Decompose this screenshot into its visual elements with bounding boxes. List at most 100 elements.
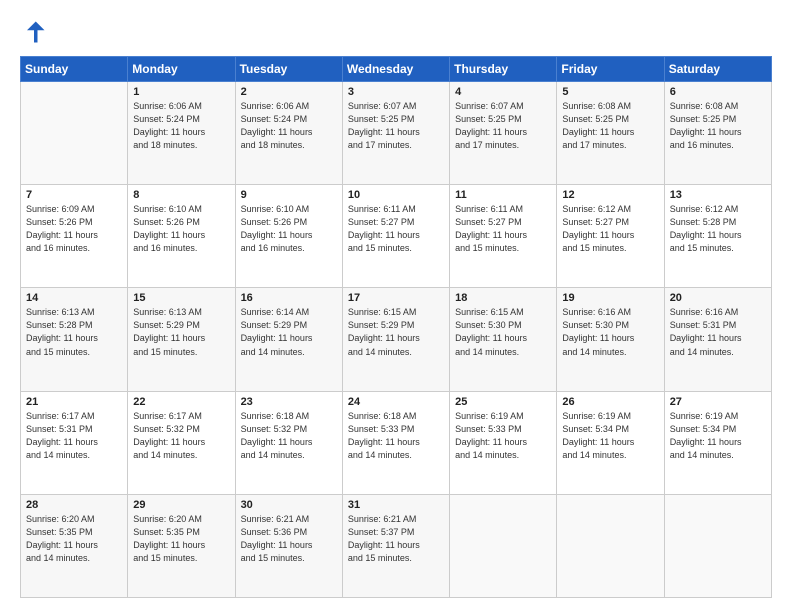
day-info: Sunrise: 6:09 AMSunset: 5:26 PMDaylight:… <box>26 203 122 255</box>
day-number: 29 <box>133 499 229 511</box>
calendar-cell: 13 Sunrise: 6:12 AMSunset: 5:28 PMDayligh… <box>664 185 771 288</box>
day-info: Sunrise: 6:07 AMSunset: 5:25 PMDaylight:… <box>348 100 444 152</box>
day-number: 3 <box>348 86 444 98</box>
day-number: 1 <box>133 86 229 98</box>
calendar-cell: 24 Sunrise: 6:18 AMSunset: 5:33 PMDayligh… <box>342 391 449 494</box>
day-info: Sunrise: 6:18 AMSunset: 5:33 PMDaylight:… <box>348 410 444 462</box>
day-info: Sunrise: 6:07 AMSunset: 5:25 PMDaylight:… <box>455 100 551 152</box>
page: SundayMondayTuesdayWednesdayThursdayFrid… <box>0 0 792 612</box>
day-number: 18 <box>455 292 551 304</box>
day-info: Sunrise: 6:21 AMSunset: 5:37 PMDaylight:… <box>348 513 444 565</box>
calendar-cell: 3 Sunrise: 6:07 AMSunset: 5:25 PMDaylight… <box>342 82 449 185</box>
day-info: Sunrise: 6:20 AMSunset: 5:35 PMDaylight:… <box>26 513 122 565</box>
calendar-cell: 4 Sunrise: 6:07 AMSunset: 5:25 PMDaylight… <box>450 82 557 185</box>
day-number: 2 <box>241 86 337 98</box>
day-info: Sunrise: 6:17 AMSunset: 5:32 PMDaylight:… <box>133 410 229 462</box>
calendar-cell: 29 Sunrise: 6:20 AMSunset: 5:35 PMDayligh… <box>128 494 235 597</box>
day-info: Sunrise: 6:12 AMSunset: 5:27 PMDaylight:… <box>562 203 658 255</box>
logo-icon <box>20 18 48 46</box>
calendar-cell: 8 Sunrise: 6:10 AMSunset: 5:26 PMDaylight… <box>128 185 235 288</box>
calendar-cell <box>557 494 664 597</box>
day-info: Sunrise: 6:08 AMSunset: 5:25 PMDaylight:… <box>670 100 766 152</box>
day-info: Sunrise: 6:19 AMSunset: 5:34 PMDaylight:… <box>562 410 658 462</box>
day-info: Sunrise: 6:18 AMSunset: 5:32 PMDaylight:… <box>241 410 337 462</box>
calendar-cell: 14 Sunrise: 6:13 AMSunset: 5:28 PMDayligh… <box>21 288 128 391</box>
day-info: Sunrise: 6:19 AMSunset: 5:33 PMDaylight:… <box>455 410 551 462</box>
day-number: 16 <box>241 292 337 304</box>
calendar-cell: 1 Sunrise: 6:06 AMSunset: 5:24 PMDaylight… <box>128 82 235 185</box>
calendar-cell <box>664 494 771 597</box>
day-info: Sunrise: 6:19 AMSunset: 5:34 PMDaylight:… <box>670 410 766 462</box>
day-number: 13 <box>670 189 766 201</box>
day-info: Sunrise: 6:12 AMSunset: 5:28 PMDaylight:… <box>670 203 766 255</box>
day-number: 19 <box>562 292 658 304</box>
day-info: Sunrise: 6:13 AMSunset: 5:28 PMDaylight:… <box>26 306 122 358</box>
calendar-cell: 25Sunrise: 6:19 AMSunset: 5:33 PMDayligh… <box>450 391 557 494</box>
day-info: Sunrise: 6:21 AMSunset: 5:36 PMDaylight:… <box>241 513 337 565</box>
day-number: 20 <box>670 292 766 304</box>
calendar-cell: 27 Sunrise: 6:19 AMSunset: 5:34 PMDayligh… <box>664 391 771 494</box>
day-number: 27 <box>670 396 766 408</box>
calendar-header-tuesday: Tuesday <box>235 57 342 82</box>
calendar-header-sunday: Sunday <box>21 57 128 82</box>
calendar-cell: 20 Sunrise: 6:16 AMSunset: 5:31 PMDayligh… <box>664 288 771 391</box>
day-info: Sunrise: 6:13 AMSunset: 5:29 PMDaylight:… <box>133 306 229 358</box>
calendar-cell <box>21 82 128 185</box>
day-info: Sunrise: 6:06 AMSunset: 5:24 PMDaylight:… <box>133 100 229 152</box>
calendar-cell: 28Sunrise: 6:20 AMSunset: 5:35 PMDayligh… <box>21 494 128 597</box>
calendar-header-wednesday: Wednesday <box>342 57 449 82</box>
calendar-cell: 22 Sunrise: 6:17 AMSunset: 5:32 PMDayligh… <box>128 391 235 494</box>
calendar-cell: 16 Sunrise: 6:14 AMSunset: 5:29 PMDayligh… <box>235 288 342 391</box>
day-info: Sunrise: 6:16 AMSunset: 5:31 PMDaylight:… <box>670 306 766 358</box>
day-number: 23 <box>241 396 337 408</box>
calendar-week-row: 28Sunrise: 6:20 AMSunset: 5:35 PMDayligh… <box>21 494 772 597</box>
calendar-header-thursday: Thursday <box>450 57 557 82</box>
calendar-cell: 30 Sunrise: 6:21 AMSunset: 5:36 PMDayligh… <box>235 494 342 597</box>
day-info: Sunrise: 6:14 AMSunset: 5:29 PMDaylight:… <box>241 306 337 358</box>
day-number: 14 <box>26 292 122 304</box>
day-info: Sunrise: 6:15 AMSunset: 5:29 PMDaylight:… <box>348 306 444 358</box>
day-info: Sunrise: 6:10 AMSunset: 5:26 PMDaylight:… <box>133 203 229 255</box>
calendar-cell: 2 Sunrise: 6:06 AMSunset: 5:24 PMDaylight… <box>235 82 342 185</box>
calendar-cell: 31 Sunrise: 6:21 AMSunset: 5:37 PMDayligh… <box>342 494 449 597</box>
calendar-cell: 21Sunrise: 6:17 AMSunset: 5:31 PMDayligh… <box>21 391 128 494</box>
day-number: 31 <box>348 499 444 511</box>
calendar-cell: 10Sunrise: 6:11 AMSunset: 5:27 PMDayligh… <box>342 185 449 288</box>
calendar-cell: 11Sunrise: 6:11 AMSunset: 5:27 PMDayligh… <box>450 185 557 288</box>
day-info: Sunrise: 6:20 AMSunset: 5:35 PMDaylight:… <box>133 513 229 565</box>
calendar-week-row: 1 Sunrise: 6:06 AMSunset: 5:24 PMDaylight… <box>21 82 772 185</box>
day-number: 24 <box>348 396 444 408</box>
day-info: Sunrise: 6:10 AMSunset: 5:26 PMDaylight:… <box>241 203 337 255</box>
day-number: 12 <box>562 189 658 201</box>
day-number: 30 <box>241 499 337 511</box>
calendar-cell: 18 Sunrise: 6:15 AMSunset: 5:30 PMDayligh… <box>450 288 557 391</box>
day-info: Sunrise: 6:11 AMSunset: 5:27 PMDaylight:… <box>348 203 444 255</box>
day-number: 22 <box>133 396 229 408</box>
calendar-cell: 15Sunrise: 6:13 AMSunset: 5:29 PMDayligh… <box>128 288 235 391</box>
day-number: 8 <box>133 189 229 201</box>
calendar-cell: 23 Sunrise: 6:18 AMSunset: 5:32 PMDayligh… <box>235 391 342 494</box>
day-number: 7 <box>26 189 122 201</box>
calendar-week-row: 7 Sunrise: 6:09 AMSunset: 5:26 PMDaylight… <box>21 185 772 288</box>
day-number: 9 <box>241 189 337 201</box>
calendar-cell: 26 Sunrise: 6:19 AMSunset: 5:34 PMDayligh… <box>557 391 664 494</box>
day-info: Sunrise: 6:16 AMSunset: 5:30 PMDaylight:… <box>562 306 658 358</box>
day-info: Sunrise: 6:15 AMSunset: 5:30 PMDaylight:… <box>455 306 551 358</box>
header <box>20 18 772 46</box>
calendar-cell: 17Sunrise: 6:15 AMSunset: 5:29 PMDayligh… <box>342 288 449 391</box>
calendar-week-row: 21Sunrise: 6:17 AMSunset: 5:31 PMDayligh… <box>21 391 772 494</box>
calendar-header-monday: Monday <box>128 57 235 82</box>
day-info: Sunrise: 6:06 AMSunset: 5:24 PMDaylight:… <box>241 100 337 152</box>
calendar-cell: 7 Sunrise: 6:09 AMSunset: 5:26 PMDaylight… <box>21 185 128 288</box>
calendar-header-friday: Friday <box>557 57 664 82</box>
day-number: 4 <box>455 86 551 98</box>
day-number: 6 <box>670 86 766 98</box>
day-number: 26 <box>562 396 658 408</box>
calendar-cell: 12 Sunrise: 6:12 AMSunset: 5:27 PMDayligh… <box>557 185 664 288</box>
calendar-cell: 19 Sunrise: 6:16 AMSunset: 5:30 PMDayligh… <box>557 288 664 391</box>
day-info: Sunrise: 6:08 AMSunset: 5:25 PMDaylight:… <box>562 100 658 152</box>
day-number: 21 <box>26 396 122 408</box>
day-number: 11 <box>455 189 551 201</box>
logo <box>20 18 52 46</box>
calendar-cell: 9 Sunrise: 6:10 AMSunset: 5:26 PMDaylight… <box>235 185 342 288</box>
